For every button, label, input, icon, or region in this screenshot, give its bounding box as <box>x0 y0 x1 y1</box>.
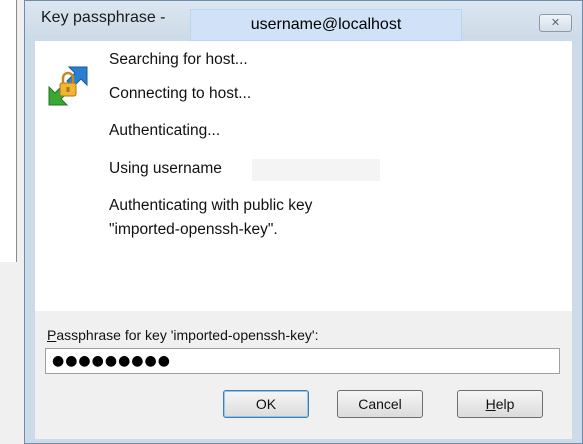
log-line-authenticating: Authenticating... <box>109 122 221 139</box>
ok-button[interactable]: OK <box>223 390 309 418</box>
log-line-username: Using username <box>109 160 222 177</box>
log-line-publickey: Authenticating with public key <box>109 197 313 214</box>
close-button[interactable]: ✕ <box>539 14 572 32</box>
passphrase-input[interactable]: ●●●●●●●●● <box>45 348 560 374</box>
key-lock-icon <box>48 66 88 106</box>
background-area <box>0 262 24 444</box>
window-title: Key passphrase - <box>41 9 166 26</box>
passphrase-label: Passphrase for key 'imported-openssh-key… <box>47 327 319 343</box>
log-line-connecting: Connecting to host... <box>109 85 252 102</box>
redacted-username <box>252 159 380 181</box>
log-line-keyname: "imported-openssh-key". <box>109 221 278 238</box>
close-icon: ✕ <box>550 16 561 29</box>
status-log: Searching for host... Connecting to host… <box>35 41 572 311</box>
dialog-body: Searching for host... Connecting to host… <box>35 41 572 439</box>
title-bar[interactable]: Key passphrase - username@localhost ✕ <box>25 1 582 41</box>
cancel-button[interactable]: Cancel <box>337 390 423 418</box>
key-passphrase-dialog: Key passphrase - username@localhost ✕ Se… <box>24 0 583 444</box>
help-button[interactable]: Help <box>457 390 543 418</box>
background-window <box>0 0 17 263</box>
title-username-overlay: username@localhost <box>190 9 462 41</box>
log-line-searching: Searching for host... <box>109 51 248 68</box>
